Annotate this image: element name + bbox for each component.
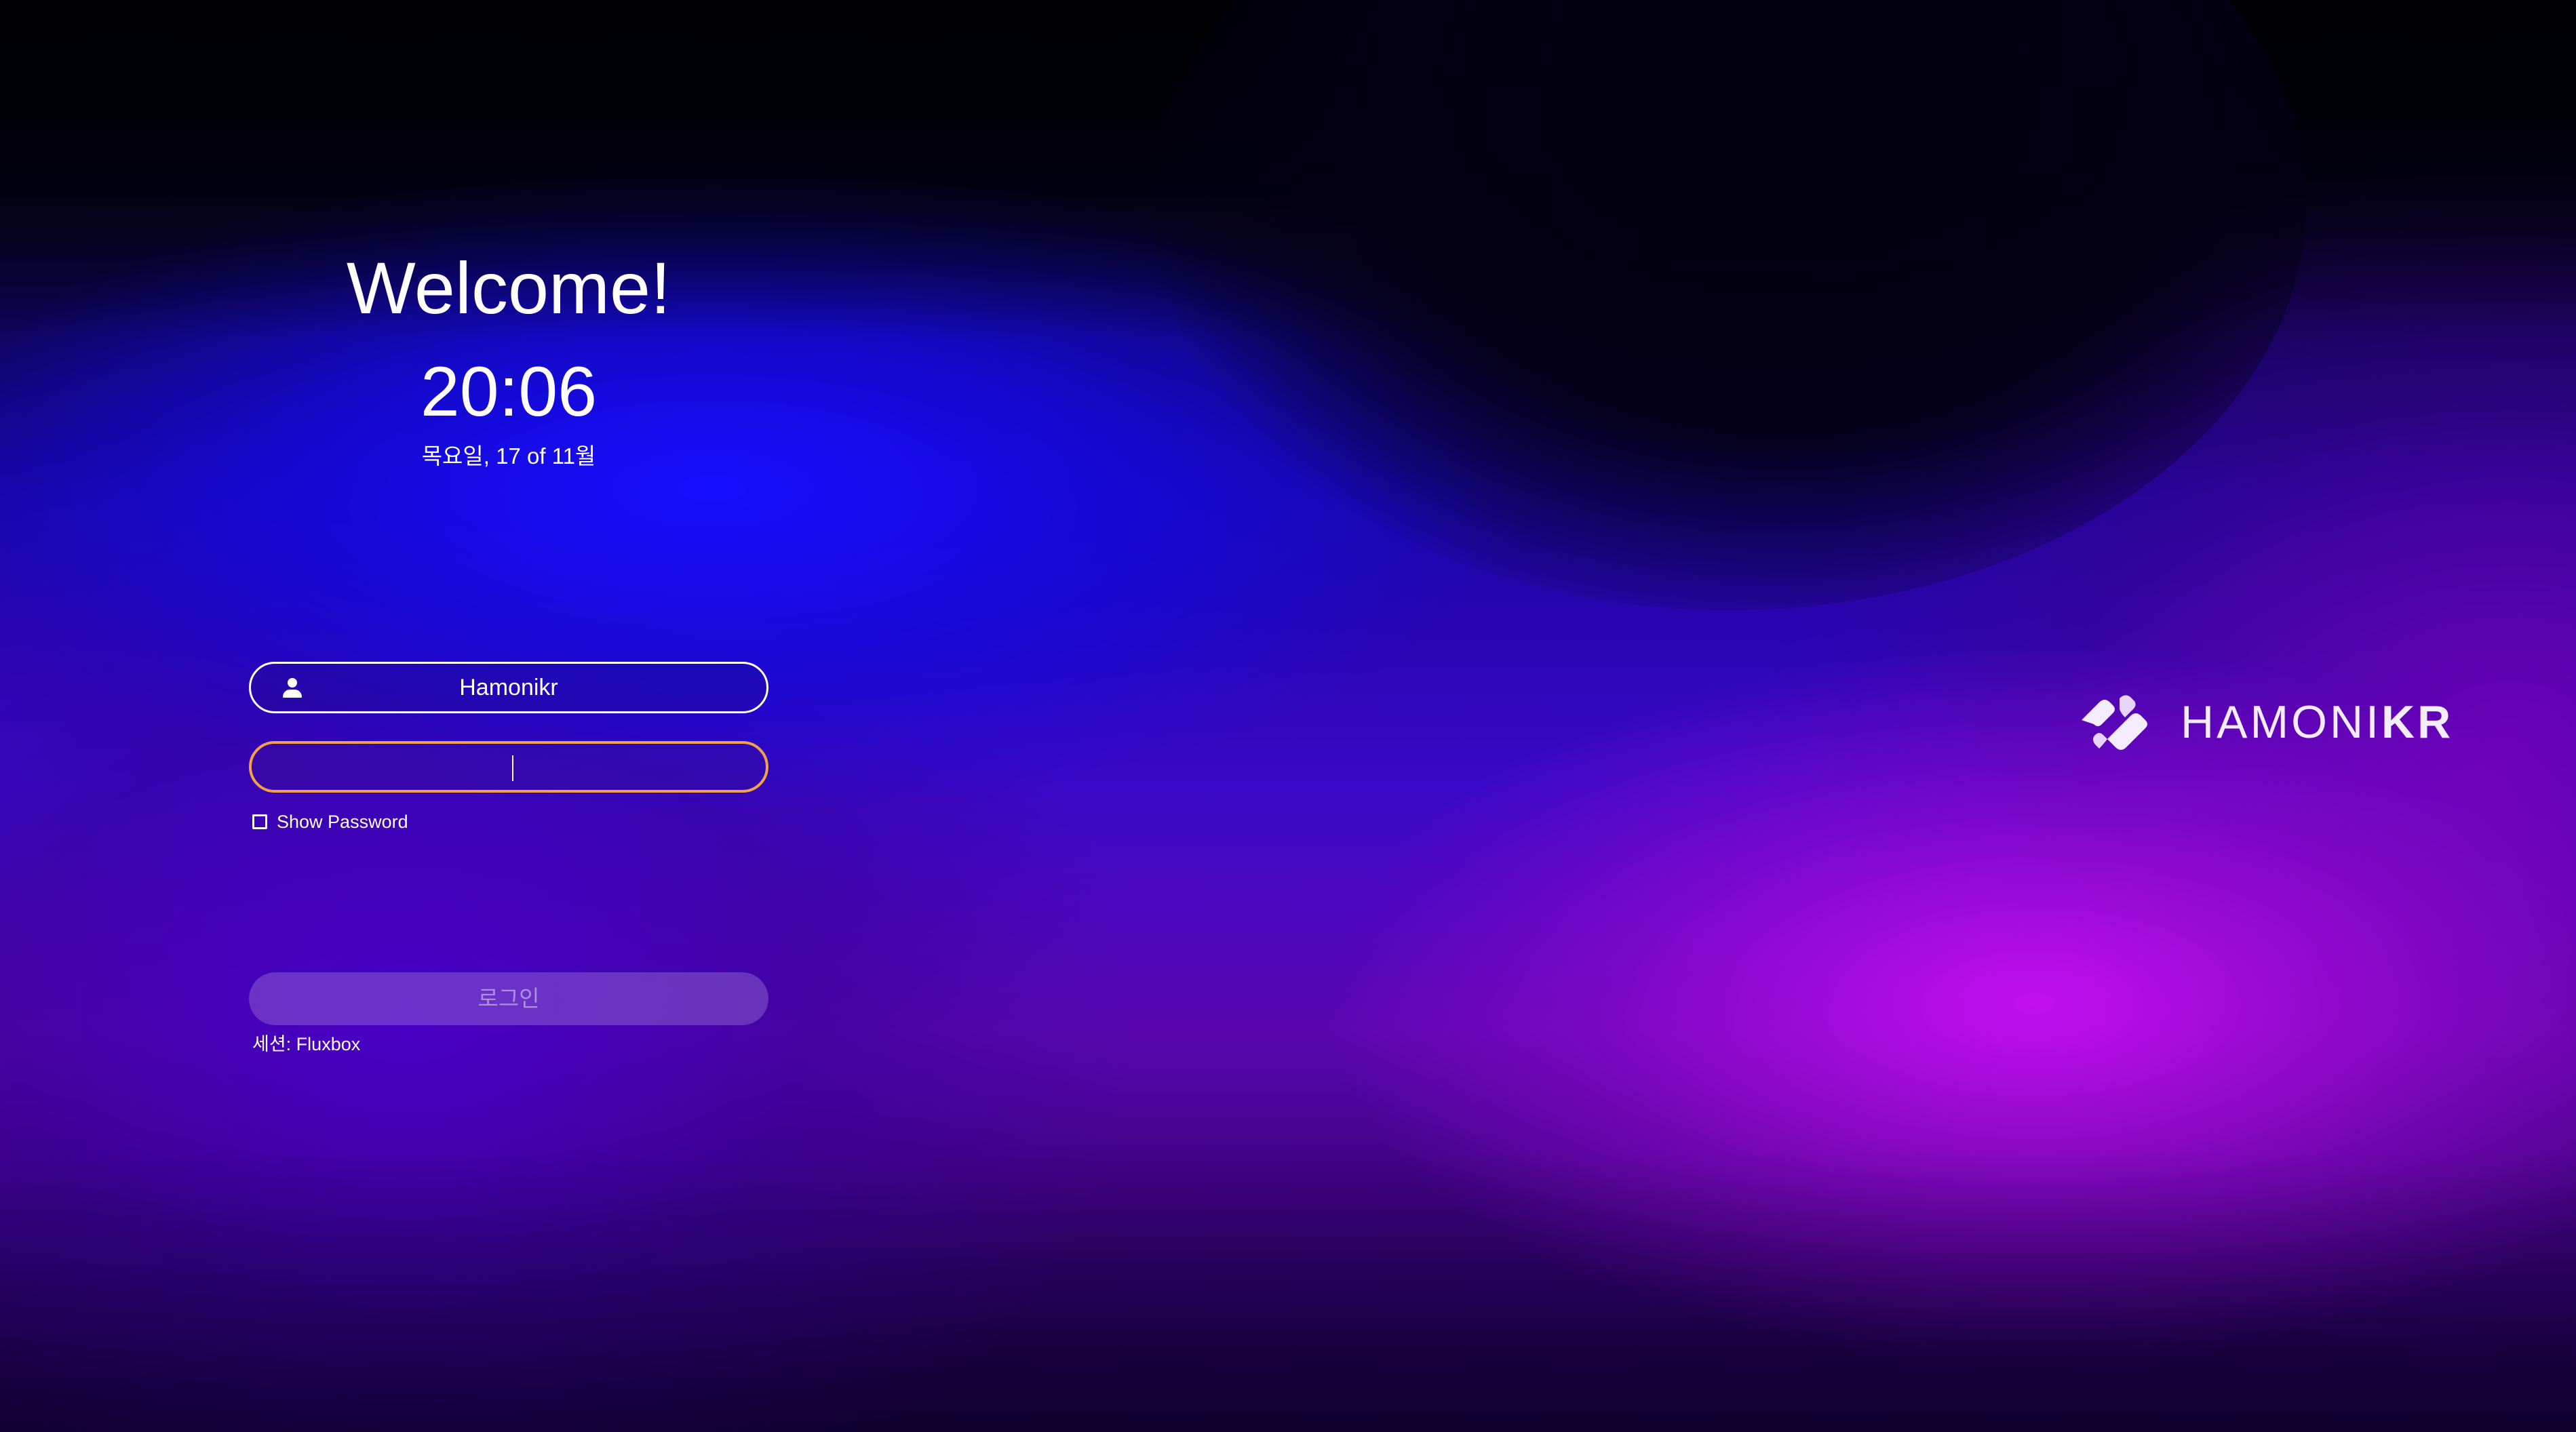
- clock-time: 20:06: [420, 353, 598, 431]
- username-value: Hamonikr: [459, 675, 558, 700]
- logo-wordmark-suffix: KR: [2381, 696, 2454, 748]
- show-password-toggle[interactable]: Show Password: [252, 808, 408, 835]
- text-caret: [512, 755, 513, 781]
- welcome-heading: Welcome!: [346, 247, 671, 329]
- clock-date: 목요일, 17 of 11월: [421, 443, 596, 469]
- hamonikr-logo-icon: [2082, 695, 2147, 750]
- logo-wordmark: HAMONIKR: [2181, 693, 2453, 751]
- checkbox-icon[interactable]: [252, 814, 267, 829]
- hamonikr-logo: HAMONIKR: [2072, 678, 2451, 766]
- login-button[interactable]: 로그인: [249, 972, 768, 1025]
- password-field[interactable]: [249, 741, 768, 793]
- show-password-label: Show Password: [277, 811, 408, 832]
- logo-wordmark-main: HAMONI: [2181, 696, 2381, 748]
- session-selector[interactable]: 세션: Fluxbox: [252, 1031, 360, 1058]
- username-field[interactable]: Hamonikr: [249, 662, 768, 713]
